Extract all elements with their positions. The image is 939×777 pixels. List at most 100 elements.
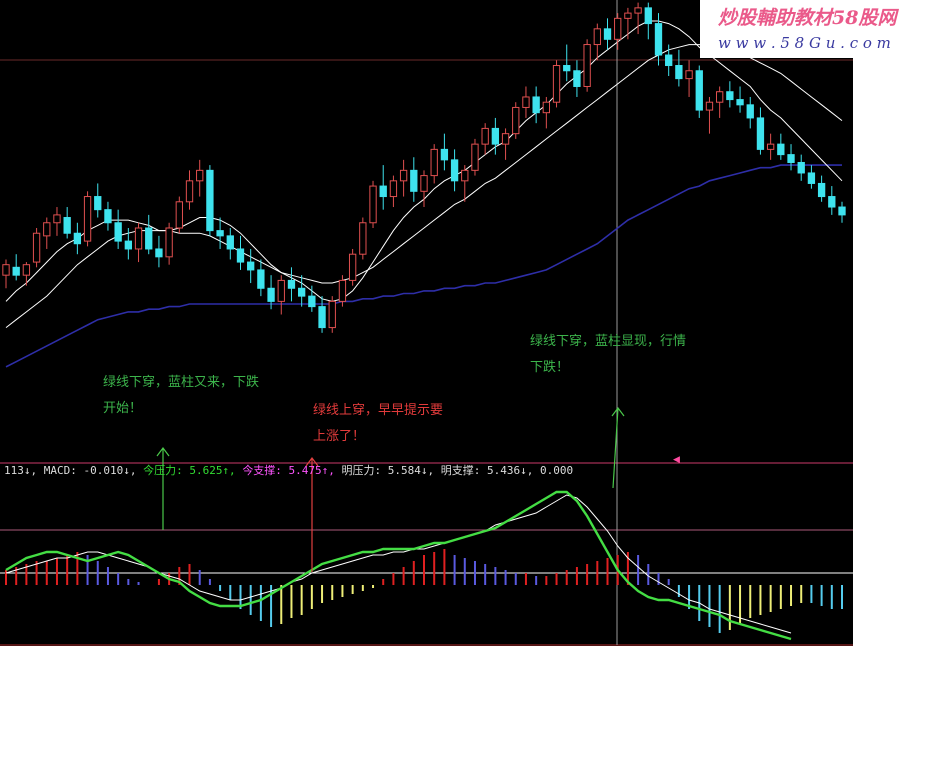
- indicator-header-part: 明压力: 5.584↓,: [342, 464, 441, 477]
- candle-body: [644, 7, 652, 25]
- candle-body: [287, 279, 296, 289]
- candle-body: [308, 295, 316, 308]
- annotation-1-line-2: 开始！: [103, 401, 142, 416]
- candle-body: [440, 148, 449, 161]
- candle-body: [175, 201, 183, 229]
- candle-body: [216, 230, 224, 237]
- watermark-url: w w w . 5 8 G u . c o m: [718, 34, 891, 52]
- candle-body: [2, 264, 10, 276]
- candle-body: [379, 185, 387, 198]
- candle-body: [614, 17, 622, 40]
- candle-body: [593, 28, 601, 46]
- candle-body: [461, 169, 469, 182]
- candle-body: [532, 96, 540, 114]
- candle-body: [522, 96, 530, 108]
- candle-body: [277, 279, 285, 302]
- candle-body: [563, 65, 571, 72]
- candle-body: [665, 54, 673, 67]
- candle-body: [410, 169, 418, 192]
- candle-body: [94, 196, 102, 211]
- candle-body: [501, 133, 510, 145]
- candle-body: [369, 185, 377, 224]
- candle-body: [705, 101, 714, 111]
- chart-background: [0, 0, 853, 646]
- candle-body: [226, 235, 234, 250]
- candle-body: [828, 196, 836, 208]
- candle-body: [838, 206, 846, 216]
- candle-body: [450, 159, 459, 182]
- candle-body: [196, 169, 204, 182]
- candle-body: [654, 23, 663, 56]
- candle-body: [267, 287, 275, 302]
- marker-triangle: ◀: [673, 455, 680, 465]
- candle-body: [726, 91, 734, 101]
- candle-body: [471, 143, 479, 171]
- candle-body: [83, 196, 92, 242]
- candle-body: [736, 99, 744, 106]
- annotation-1-line-1: 绿线下穿，蓝柱又来，下跌: [103, 374, 259, 390]
- candle-body: [257, 269, 265, 289]
- candle-body: [797, 161, 805, 174]
- candle-body: [114, 222, 122, 242]
- candle-body: [491, 127, 500, 145]
- candle-body: [399, 169, 408, 182]
- annotation-2-line-2: 上涨了！: [313, 429, 365, 444]
- candle-body: [206, 169, 214, 232]
- candle-body: [236, 248, 245, 263]
- candle-body: [145, 227, 153, 250]
- candle-body: [481, 127, 489, 145]
- candle-body: [695, 70, 703, 111]
- candle-body: [185, 180, 194, 203]
- indicator-header-part: 113↓, MACD: -0.010↓,: [4, 464, 143, 477]
- candle-body: [624, 12, 632, 19]
- stock-chart: ◀ 绿线下穿，蓝柱又来，下跌 开始！ 绿线上穿，早早提示要 上涨了！ 绿线下穿，…: [0, 0, 939, 646]
- candle-body: [685, 70, 693, 80]
- candle-body: [420, 175, 428, 192]
- candle-body: [756, 117, 765, 150]
- candle-body: [165, 227, 173, 258]
- candle-body: [715, 91, 724, 103]
- candle-body: [63, 217, 71, 234]
- candle-body: [32, 232, 41, 263]
- candle-body: [22, 264, 31, 276]
- annotation-3-line-1: 绿线下穿，蓝柱显现，行情: [530, 333, 686, 349]
- indicator-header-part: 明支撑: 5.436↓, 0.000: [441, 463, 573, 477]
- candle-body: [297, 287, 306, 297]
- candle-body: [675, 65, 683, 80]
- candle-body: [53, 214, 61, 224]
- candle-body: [583, 44, 591, 87]
- candle-body: [318, 306, 326, 329]
- candle-body: [389, 180, 398, 198]
- candle-body: [43, 222, 51, 237]
- candle-body: [348, 253, 357, 281]
- candle-body: [573, 70, 581, 87]
- candle-body: [807, 172, 816, 184]
- candle-body: [817, 182, 826, 198]
- candle-body: [542, 101, 551, 114]
- candle-body: [338, 279, 347, 302]
- candle-body: [73, 232, 82, 245]
- candle-body: [104, 209, 112, 224]
- candle-body: [12, 266, 20, 276]
- indicator-header-part: 今支撑: 5.475↑,: [242, 463, 341, 477]
- candle-body: [124, 240, 133, 250]
- candle-body: [430, 148, 438, 177]
- annotation-3-line-2: 下跌！: [530, 359, 569, 375]
- candle-body: [247, 261, 255, 271]
- annotation-2-line-1: 绿线上穿，早早提示要: [313, 402, 443, 418]
- candle-body: [512, 106, 520, 135]
- candle-body: [552, 65, 561, 103]
- indicator-header: 113↓, MACD: -0.010↓, 今压力: 5.625↑, 今支撑: 5…: [4, 463, 573, 477]
- candle-body: [603, 28, 612, 40]
- watermark-title: 炒股輔助教材58股网: [718, 7, 899, 29]
- indicator-header-part: 今压力: 5.625↑,: [143, 463, 242, 477]
- candle-body: [328, 300, 336, 329]
- candle-body: [777, 143, 785, 156]
- candle-body: [634, 7, 642, 14]
- candle-body: [134, 227, 143, 250]
- candle-body: [787, 154, 795, 163]
- candle-body: [766, 143, 775, 150]
- candle-body: [155, 248, 163, 258]
- candle-body: [746, 104, 754, 119]
- candle-body: [359, 222, 367, 255]
